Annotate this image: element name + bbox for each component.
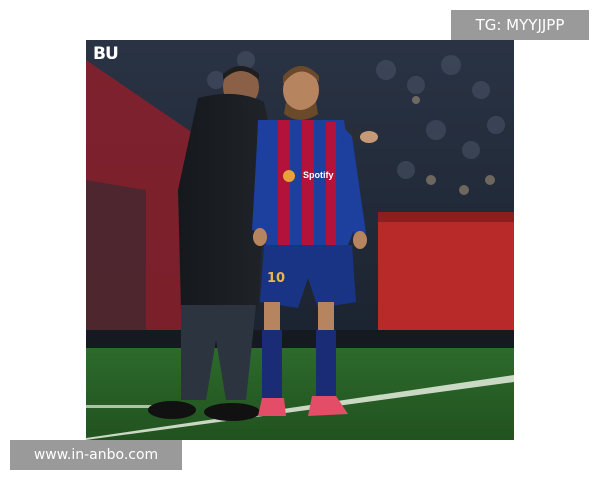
page: BU Spotify 10 TG: MYYJJPP www.in-anbo.co… xyxy=(0,0,600,480)
shirt-sponsor-text: Spotify xyxy=(303,170,334,180)
watermark-top-right: TG: MYYJJPP xyxy=(451,10,589,40)
football-photo: BU Spotify 10 xyxy=(86,40,514,440)
photo-scene xyxy=(86,40,514,440)
shirt-number: 10 xyxy=(267,271,286,286)
photo-logo: BU xyxy=(93,44,119,64)
watermark-bottom-left: www.in-anbo.com xyxy=(10,440,182,470)
